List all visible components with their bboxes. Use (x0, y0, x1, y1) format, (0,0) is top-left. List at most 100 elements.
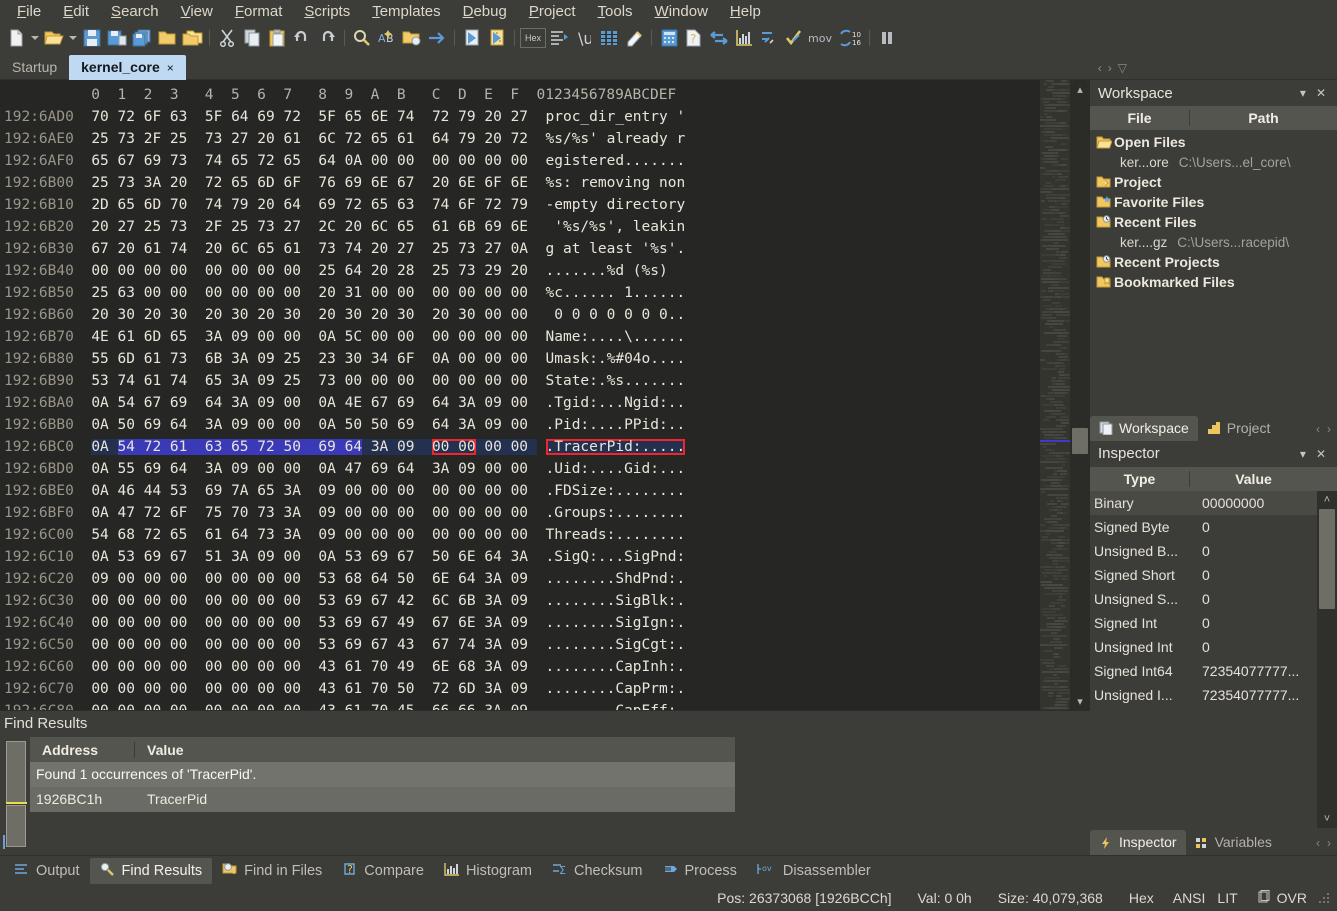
close-icon[interactable]: × (167, 61, 174, 75)
run-template-icon[interactable] (485, 26, 509, 50)
workspace-node-recent-files[interactable]: Recent Files (1090, 212, 1337, 232)
workspace-tree[interactable]: Open Files ker...ore C:\Users...el_core\ Pr… (1090, 130, 1337, 414)
hex-row[interactable]: 192:6C60 00 00 00 00 00 00 00 00 43 61 7… (4, 656, 1040, 678)
menu-item-search[interactable]: Search (100, 0, 170, 23)
save-all-icon[interactable] (130, 26, 154, 50)
bottom-tab-find-results[interactable]: Find Results (89, 857, 213, 884)
hex-row[interactable]: 192:6BF0 0A 47 72 6F 75 70 73 3A 09 00 0… (4, 502, 1040, 524)
cut-icon[interactable] (215, 26, 239, 50)
scroll-up-icon[interactable]: ˄ (1317, 491, 1337, 509)
hex-row[interactable]: 192:6C40 00 00 00 00 00 00 00 00 53 69 6… (4, 612, 1040, 634)
tab-workspace[interactable]: Workspace (1090, 415, 1198, 441)
workspace-node-project[interactable]: Project (1090, 172, 1337, 192)
inspector-row[interactable]: Signed Int 0 (1090, 611, 1317, 635)
tab-prev-icon[interactable]: ‹ (1316, 836, 1320, 850)
hex-row[interactable]: 192:6AF0 65 67 69 73 74 65 72 65 64 0A 0… (4, 150, 1040, 172)
hex-mode-icon[interactable]: Hex (520, 28, 546, 48)
column-header-value[interactable]: Value (1190, 471, 1317, 487)
save-icon[interactable] (80, 26, 104, 50)
workspace-file-item[interactable]: ker....gz C:\Users...racepid\ (1090, 232, 1337, 252)
base-converter-icon[interactable]: 10 16 (838, 26, 864, 50)
bottom-tab-find-in-files[interactable]: Find in Files (212, 858, 332, 884)
highlight-icon[interactable] (622, 26, 646, 50)
column-header-address[interactable]: Address (30, 741, 135, 758)
goto-icon[interactable] (425, 26, 449, 50)
menu-item-tools[interactable]: Tools (587, 0, 644, 23)
overwrite-icon[interactable] (1244, 890, 1271, 906)
inspector-scrollbar[interactable]: ˄ ˅ (1317, 490, 1337, 828)
resize-grip[interactable] (1319, 892, 1331, 904)
bottom-tab-output[interactable]: Output (4, 858, 90, 884)
scroll-up-icon[interactable]: ▴ (1070, 80, 1090, 98)
hex-row[interactable]: 192:6B40 00 00 00 00 00 00 00 00 25 64 2… (4, 260, 1040, 282)
file-tab-kernel-core[interactable]: kernel_core × (69, 55, 186, 80)
column-header-path[interactable]: Path (1190, 110, 1337, 126)
hex-row[interactable]: 192:6C10 0A 53 69 67 51 3A 09 00 0A 53 6… (4, 546, 1040, 568)
bottom-tab-histogram[interactable]: Histogram (434, 858, 542, 884)
inspector-row[interactable]: Unsigned Int 0 (1090, 635, 1317, 659)
hex-row[interactable]: 192:6BD0 0A 55 69 64 3A 09 00 00 0A 47 6… (4, 458, 1040, 480)
scroll-down-icon[interactable]: ▾ (1070, 692, 1090, 710)
pause-icon[interactable] (875, 26, 899, 50)
open-file-icon[interactable] (42, 26, 66, 50)
workspace-node-recent-projects[interactable]: Recent Projects (1090, 252, 1337, 272)
hex-editor-content[interactable]: 0 1 2 3 4 5 6 7 8 9 A B C D E F 01234567… (0, 80, 1040, 710)
hex-row[interactable]: 192:6B30 67 20 61 74 20 6C 65 61 73 74 2… (4, 238, 1040, 260)
hex-row[interactable]: 192:6AD0 70 72 6F 63 5F 64 69 72 5F 65 6… (4, 106, 1040, 128)
tab-next-icon[interactable]: › (1108, 61, 1112, 75)
tab-next-icon[interactable]: › (1327, 422, 1331, 436)
chevron-down-icon[interactable]: ▾ (1295, 86, 1311, 100)
line-width-icon[interactable] (547, 26, 571, 50)
hex-row[interactable]: 192:6BC0 0A 54 72 61 63 65 72 50 69 64 3… (4, 436, 1040, 458)
scroll-thumb[interactable] (1072, 428, 1088, 454)
menu-item-templates[interactable]: Templates (361, 0, 451, 23)
tab-variables[interactable]: Variables (1186, 830, 1281, 855)
bottom-tab-disassembler[interactable]: ov Disassembler (747, 858, 881, 884)
hex-vertical-scrollbar[interactable]: ▴ ▾ (1070, 80, 1090, 710)
close-icon[interactable]: ✕ (1311, 86, 1331, 100)
hex-row[interactable]: 192:6B60 20 30 20 30 20 30 20 30 20 30 2… (4, 304, 1040, 326)
hex-row[interactable]: 192:6B90 53 74 61 74 65 3A 09 25 73 00 0… (4, 370, 1040, 392)
workspace-node-open-files[interactable]: Open Files (1090, 132, 1337, 152)
inspector-row[interactable]: Binary 00000000 (1090, 490, 1317, 515)
compare-icon[interactable] (707, 26, 731, 50)
calculator-icon[interactable] (657, 26, 681, 50)
hex-row[interactable]: 192:6B00 25 73 3A 20 72 65 6D 6F 76 69 6… (4, 172, 1040, 194)
save-as-icon[interactable] (105, 26, 129, 50)
check-sum-script-icon[interactable] (782, 26, 806, 50)
status-mode[interactable]: OVR (1271, 890, 1313, 906)
tab-prev-icon[interactable]: ‹ (1098, 61, 1102, 75)
column-header-file[interactable]: File (1090, 110, 1190, 126)
undo-icon[interactable] (290, 26, 314, 50)
file-info-icon[interactable]: ? (682, 26, 706, 50)
replace-icon[interactable]: AB (375, 26, 399, 50)
menu-item-project[interactable]: Project (518, 0, 587, 23)
inspector-row[interactable]: Unsigned S... 0 (1090, 587, 1317, 611)
histogram-icon[interactable] (732, 26, 756, 50)
hex-row[interactable]: 192:6B80 55 6D 61 73 6B 3A 09 25 23 30 3… (4, 348, 1040, 370)
new-file-dropdown-icon[interactable] (29, 26, 41, 50)
find-results-scrollbar[interactable] (0, 737, 30, 855)
tab-inspector[interactable]: Inspector (1090, 830, 1186, 855)
chevron-down-icon[interactable]: ▾ (1295, 447, 1311, 461)
workspace-node-bookmarked-files[interactable]: Bookmarked Files (1090, 272, 1337, 292)
hex-row[interactable]: 192:6B20 20 27 25 73 2F 25 73 27 2C 20 6… (4, 216, 1040, 238)
paste-icon[interactable] (265, 26, 289, 50)
disassembler-icon[interactable]: mov (807, 26, 837, 50)
hex-row[interactable]: 192:6B10 2D 65 6D 70 74 79 20 64 69 72 6… (4, 194, 1040, 216)
redo-icon[interactable] (315, 26, 339, 50)
close-file-icon[interactable] (155, 26, 179, 50)
find-icon[interactable] (350, 26, 374, 50)
inspector-row[interactable]: Unsigned I... 72354077777... (1090, 683, 1317, 707)
copy-icon[interactable] (240, 26, 264, 50)
run-script-icon[interactable] (460, 26, 484, 50)
column-header-value[interactable]: Value (135, 742, 735, 758)
bottom-tab-process[interactable]: Process (653, 858, 747, 884)
close-all-icon[interactable] (180, 26, 204, 50)
hex-row[interactable]: 192:6BA0 0A 54 67 69 64 3A 09 00 0A 4E 6… (4, 392, 1040, 414)
new-file-icon[interactable] (4, 26, 28, 50)
tab-project[interactable]: Project (1198, 416, 1280, 441)
hex-row[interactable]: 192:6BE0 0A 46 44 53 69 7A 65 3A 09 00 0… (4, 480, 1040, 502)
tab-prev-icon[interactable]: ‹ (1316, 422, 1320, 436)
hex-row[interactable]: 192:6B70 4E 61 6D 65 3A 09 00 00 0A 5C 0… (4, 326, 1040, 348)
